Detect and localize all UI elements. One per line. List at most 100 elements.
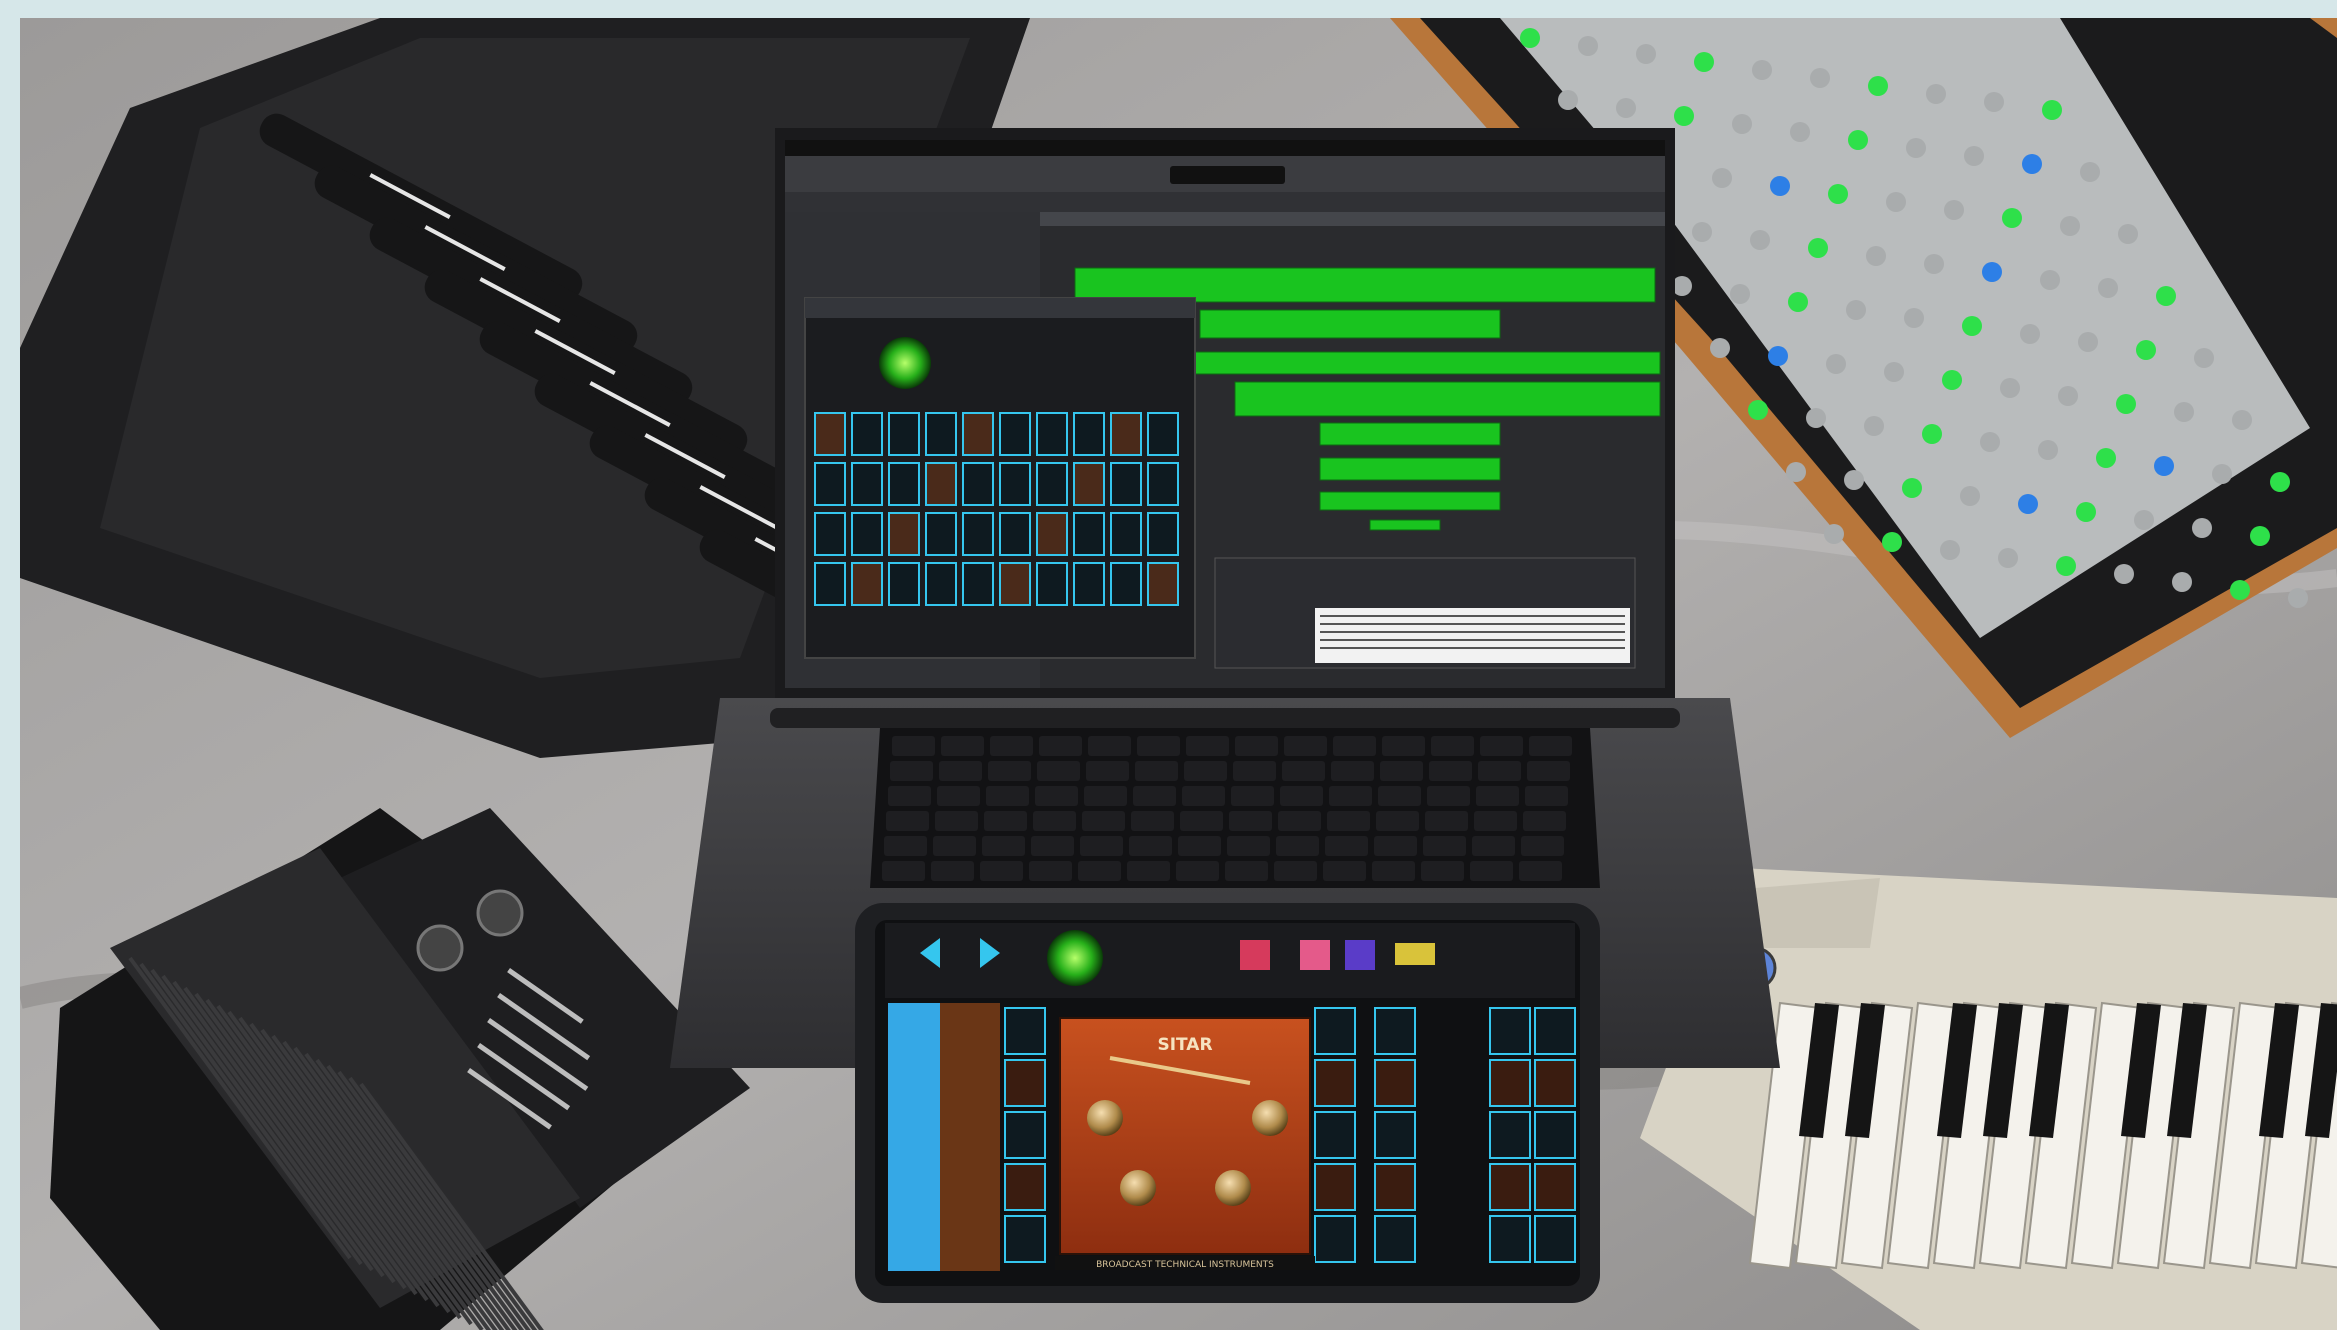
plugin-pad (1036, 512, 1068, 556)
laptop-key (1184, 761, 1227, 781)
plugin-pad (1036, 412, 1068, 456)
daw-region (1319, 457, 1501, 481)
laptop-key (1229, 811, 1272, 831)
laptop-key (882, 861, 925, 881)
grid-pad (2232, 410, 2252, 430)
plugin-pad (814, 412, 846, 456)
grid-pad (1962, 316, 1982, 336)
grid-pad (1980, 432, 2000, 452)
ipad-preset-4 (1395, 943, 1435, 965)
grid-pad (2192, 518, 2212, 538)
grid-pad (2002, 208, 2022, 228)
grid-pad (2020, 324, 2040, 344)
grid-pad (1732, 114, 1752, 134)
laptop-key (1080, 836, 1123, 856)
plugin-pad (851, 462, 883, 506)
grid-pad (1790, 122, 1810, 142)
grid-pad (2156, 286, 2176, 306)
laptop-key (886, 811, 929, 831)
ipad-pad (1374, 1007, 1416, 1055)
grid-pad (2116, 394, 2136, 414)
grid-pad (2080, 162, 2100, 182)
laptop-key (1376, 811, 1419, 831)
pedal-knob-left (416, 924, 464, 972)
plugin-pad (962, 412, 994, 456)
laptop-key (1086, 761, 1129, 781)
grid-pad (2172, 572, 2192, 592)
grid-pad (1730, 284, 1750, 304)
plugin-pad (962, 462, 994, 506)
laptop-key (935, 811, 978, 831)
grid-pad (2288, 588, 2308, 608)
grid-pad (1886, 192, 1906, 212)
grid-pad (2194, 348, 2214, 368)
grid-pad (1924, 254, 1944, 274)
grid-pad (1636, 44, 1656, 64)
grid-pad (2038, 440, 2058, 460)
laptop-key (1029, 861, 1072, 881)
laptop-key (1137, 736, 1180, 756)
grid-pad (2040, 270, 2060, 290)
ipad-preset-1 (1240, 940, 1270, 970)
laptop-key (1380, 761, 1423, 781)
grid-pad (2134, 510, 2154, 530)
grid-pad (2250, 526, 2270, 546)
grid-pad (1558, 90, 1578, 110)
laptop-key (1327, 811, 1370, 831)
grid-pad (1712, 168, 1732, 188)
ipad-pad (1374, 1215, 1416, 1263)
sitar-knob-2 (1252, 1100, 1288, 1136)
grid-pad (1864, 416, 1884, 436)
laptop-key (1082, 811, 1125, 831)
grid-pad (1846, 300, 1866, 320)
plugin-pad (1147, 412, 1179, 456)
laptop-key (982, 836, 1025, 856)
grid-pad (2270, 472, 2290, 492)
laptop-key (1225, 861, 1268, 881)
grid-pad (1674, 106, 1694, 126)
plugin-pad (1110, 462, 1142, 506)
grid-pad (1520, 28, 1540, 48)
grid-pad (1578, 36, 1598, 56)
ipad-pad (1534, 1111, 1576, 1159)
ipad-pad (1004, 1111, 1046, 1159)
laptop-key (1176, 861, 1219, 881)
plugin-pad (1036, 562, 1068, 606)
plugin-pad (962, 562, 994, 606)
grid-pad (1926, 84, 1946, 104)
laptop-key (1425, 811, 1468, 831)
laptop-key (1378, 786, 1421, 806)
laptop-key (1329, 786, 1372, 806)
ipad-pad (1534, 1059, 1576, 1107)
ipad-pad (1374, 1111, 1416, 1159)
grid-pad (2230, 580, 2250, 600)
grid-pad (1748, 400, 1768, 420)
plugin-pad (1073, 562, 1105, 606)
laptop-key (1037, 761, 1080, 781)
grid-pad (1694, 52, 1714, 72)
laptop-key (1525, 786, 1568, 806)
grid-pad (1810, 68, 1830, 88)
grid-pad (2078, 332, 2098, 352)
laptop-key (1278, 811, 1321, 831)
sitar-title: SITAR (1157, 1035, 1212, 1055)
ipad-pad (1314, 1007, 1356, 1055)
laptop-key (937, 786, 980, 806)
laptop-key (1276, 836, 1319, 856)
plugin-pad (1147, 462, 1179, 506)
laptop-key (1131, 811, 1174, 831)
laptop-key (1476, 786, 1519, 806)
mini-keyboard-keys (1748, 1001, 2337, 1270)
grid-pad (1960, 486, 1980, 506)
grid-pad (1904, 308, 1924, 328)
laptop-key (1372, 861, 1415, 881)
ipad-pad (1314, 1215, 1356, 1263)
grid-pad (2076, 502, 2096, 522)
daw-region (1234, 381, 1661, 417)
grid-pad (2060, 216, 2080, 236)
laptop-key (1470, 861, 1513, 881)
ipad-pad (1004, 1215, 1046, 1263)
laptop-key (1039, 736, 1082, 756)
grid-pad (1982, 262, 2002, 282)
plugin-pad (888, 562, 920, 606)
